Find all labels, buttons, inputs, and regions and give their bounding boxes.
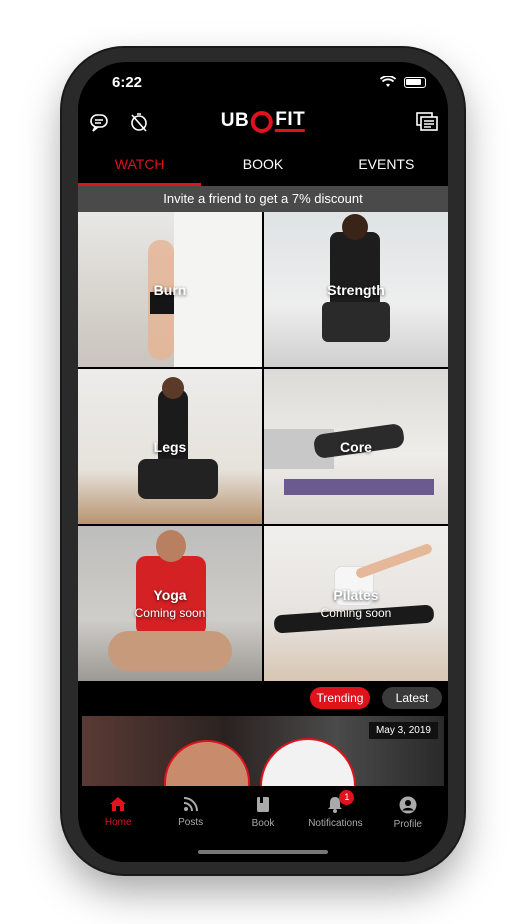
- profile-icon: [399, 796, 417, 814]
- feed-thumbnail: [260, 738, 356, 786]
- battery-icon: [404, 76, 426, 88]
- category-label: Burn: [153, 281, 187, 298]
- logo-text-ub: UB: [220, 110, 250, 131]
- chat-bubble-icon[interactable]: [86, 109, 112, 135]
- app-screen: 6:22 UB FIT WATCH BOOK EVENTS Invite a f…: [78, 62, 448, 862]
- category-status: Coming soon: [320, 606, 392, 620]
- tab-events[interactable]: EVENTS: [325, 150, 448, 186]
- category-label: Core: [340, 438, 372, 455]
- nav-home[interactable]: Home: [82, 786, 154, 862]
- feed-card[interactable]: May 3, 2019: [82, 716, 444, 786]
- tab-watch[interactable]: WATCH: [78, 150, 202, 186]
- category-yoga[interactable]: Yoga Coming soon: [78, 526, 262, 681]
- category-burn[interactable]: Burn: [78, 212, 262, 367]
- feed-thumbnail: [164, 740, 250, 786]
- category-grid: Burn Strength Legs Core Yoga Coming soon…: [78, 212, 448, 681]
- nav-label: Profile: [393, 819, 422, 830]
- status-icons: [380, 76, 426, 88]
- category-label: Pilates: [333, 587, 379, 603]
- category-label: Legs: [153, 438, 187, 455]
- home-indicator: [198, 850, 328, 854]
- status-time: 6:22: [112, 74, 143, 91]
- trending-button[interactable]: Trending: [310, 687, 370, 709]
- category-label: Yoga: [153, 587, 187, 603]
- yoga-photo: [78, 526, 262, 681]
- nav-label: Home: [104, 817, 132, 828]
- top-tabs: WATCH BOOK EVENTS: [78, 150, 448, 186]
- ubfit-logo: UB FIT: [220, 108, 306, 133]
- category-core[interactable]: Core: [264, 369, 448, 524]
- notification-badge: 1: [339, 790, 355, 805]
- status-bar: 6:22: [78, 62, 448, 102]
- category-status: Coming soon: [134, 606, 206, 620]
- feed-date: May 3, 2019: [368, 722, 438, 739]
- wifi-icon: [380, 76, 396, 87]
- invite-banner[interactable]: Invite a friend to get a 7% discount: [78, 186, 448, 212]
- timer-off-icon[interactable]: [126, 109, 152, 135]
- book-icon: [257, 797, 270, 812]
- nav-label: Book: [251, 818, 275, 829]
- nav-label: Notifications: [308, 818, 363, 829]
- nav-profile[interactable]: Profile: [372, 786, 444, 862]
- tab-book[interactable]: BOOK: [201, 150, 324, 186]
- category-legs[interactable]: Legs: [78, 369, 262, 524]
- pilates-photo: [264, 526, 448, 681]
- home-icon: [110, 797, 127, 811]
- latest-button[interactable]: Latest: [382, 687, 442, 709]
- rss-icon: [183, 797, 198, 812]
- logo-text-fit: FIT: [275, 108, 306, 132]
- category-pilates[interactable]: Pilates Coming soon: [264, 526, 448, 681]
- nav-label: Posts: [178, 817, 204, 828]
- feed-filters: Trending Latest: [78, 683, 448, 713]
- logo-ring-icon: [251, 111, 274, 133]
- category-strength[interactable]: Strength: [264, 212, 448, 367]
- app-header: UB FIT: [78, 102, 448, 142]
- messages-icon[interactable]: [414, 109, 440, 135]
- category-label: Strength: [327, 281, 385, 298]
